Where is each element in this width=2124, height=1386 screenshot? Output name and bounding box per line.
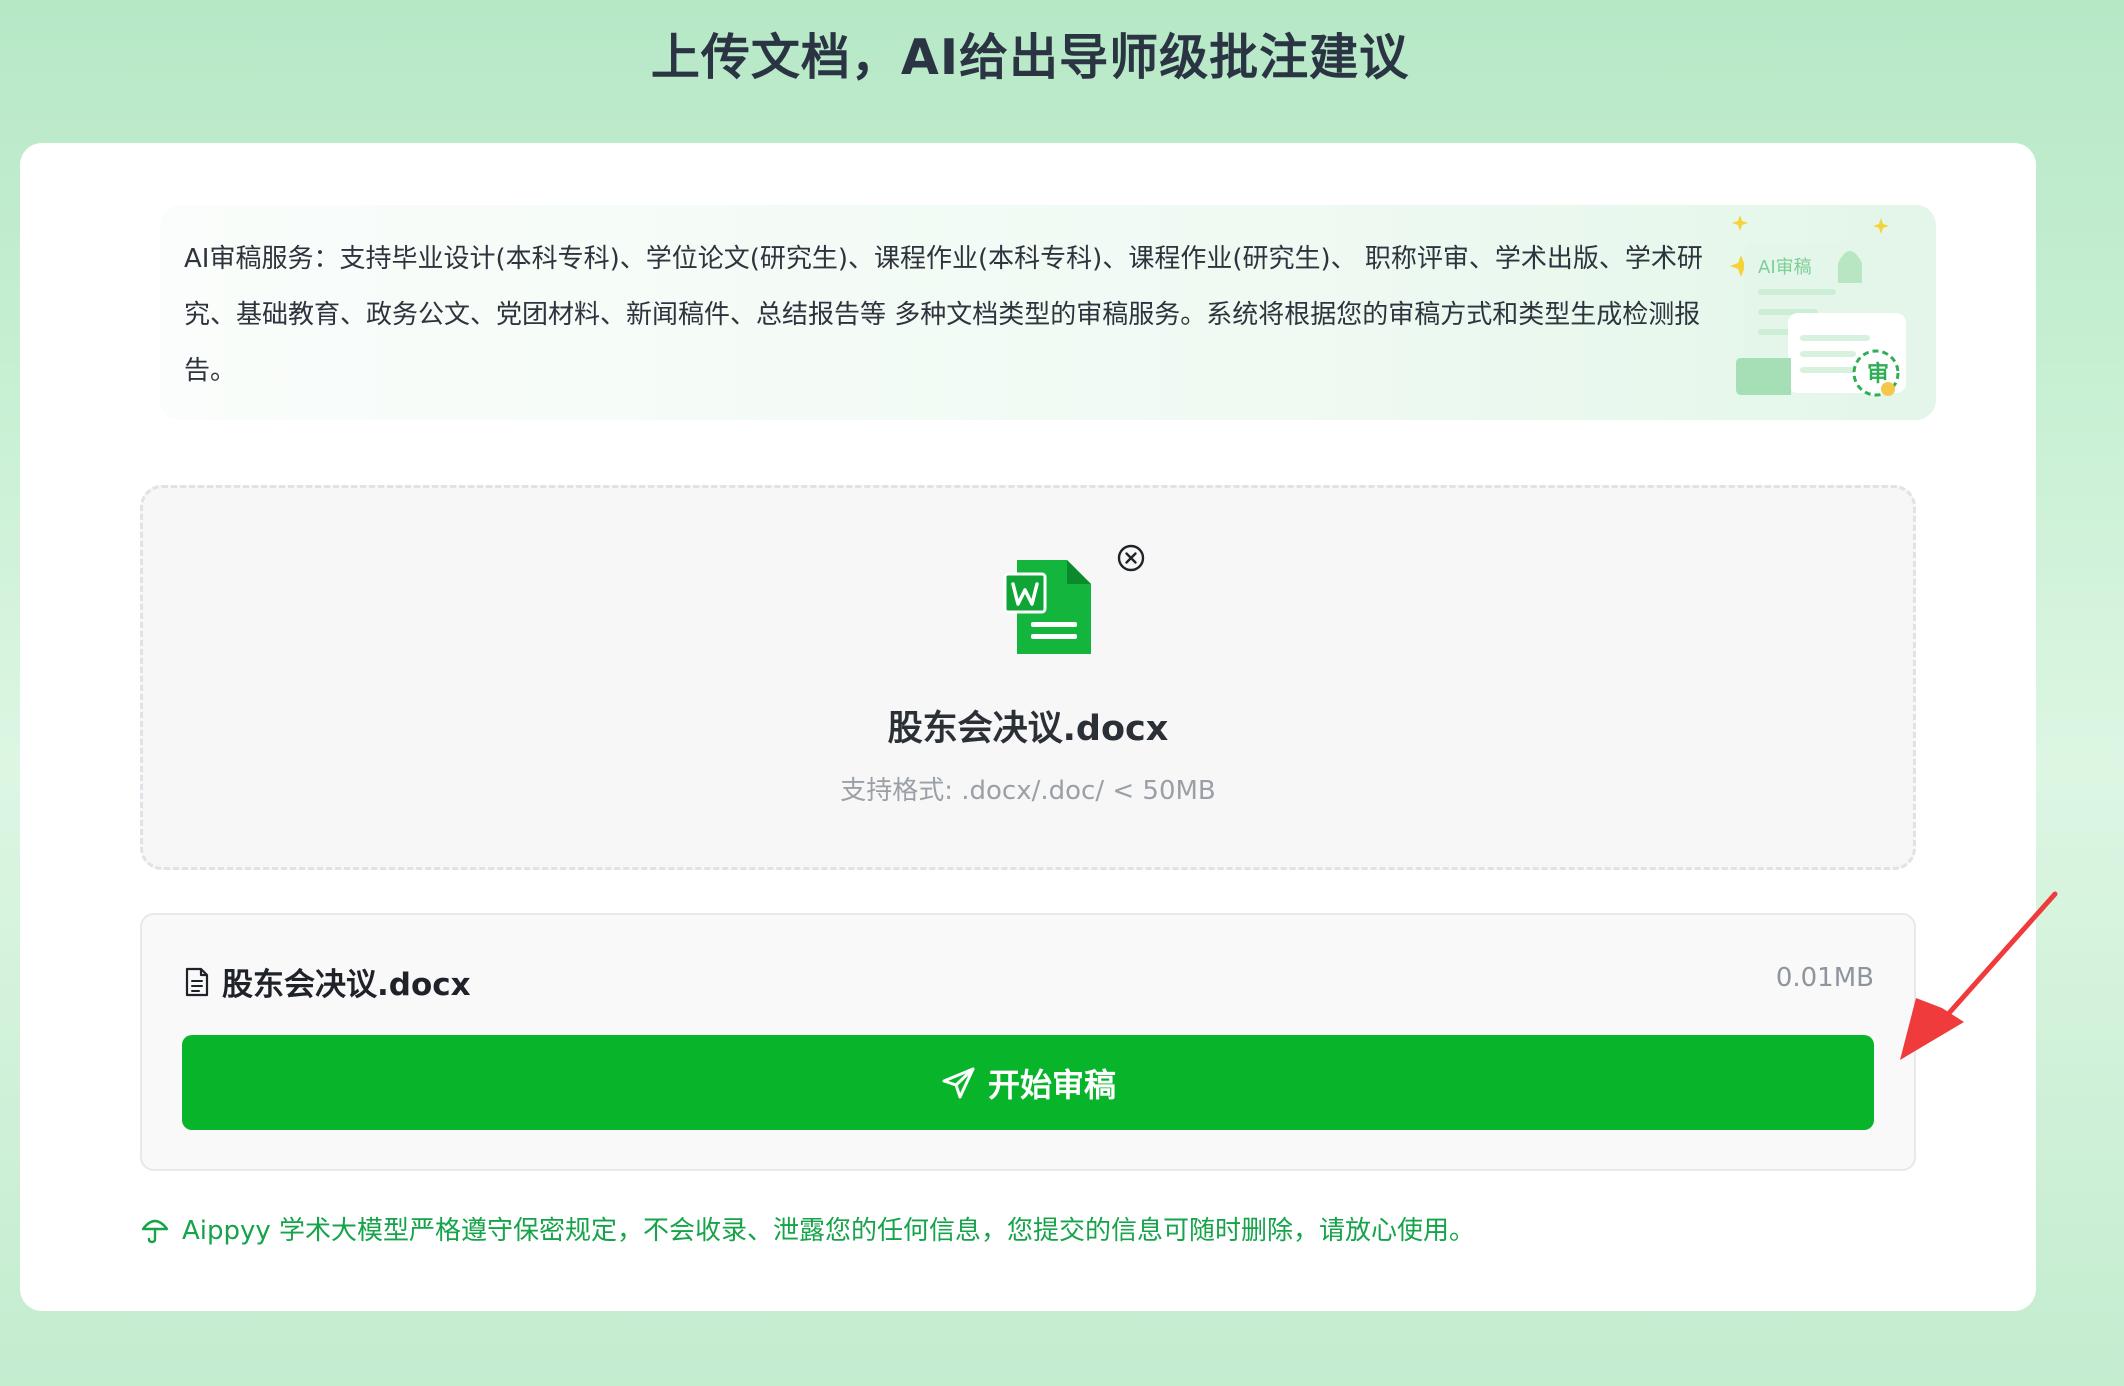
word-file-icon	[1003, 560, 1091, 654]
privacy-note-text: Aippyy 学术大模型严格遵守保密规定，不会收录、泄露您的任何信息，您提交的信…	[182, 1216, 1476, 1246]
file-list-panel: 股东会决议.docx 0.01MB 开始审稿	[140, 913, 1916, 1171]
close-circle-icon[interactable]	[1115, 542, 1147, 574]
privacy-note: Aippyy 学术大模型严格遵守保密规定，不会收录、泄露您的任何信息，您提交的信…	[140, 1210, 1475, 1247]
supported-format-hint: 支持格式: .docx/.doc/ < 50MB	[840, 776, 1216, 806]
start-review-button[interactable]: 开始审稿	[182, 1035, 1874, 1130]
page-title: 上传文档，AI给出导师级批注建议	[650, 29, 1410, 86]
uploaded-file-name: 股东会决议.docx	[887, 709, 1169, 749]
intro-text: AI审稿服务：支持毕业设计(本科专科)、学位论文(研究生)、课程作业(本科专科)…	[184, 244, 1703, 386]
upload-drop-zone[interactable]: 股东会决议.docx 支持格式: .docx/.doc/ < 50MB	[140, 485, 1916, 870]
intro-banner: AI审稿服务：支持毕业设计(本科专科)、学位论文(研究生)、课程作业(本科专科)…	[160, 205, 1936, 420]
illustration-label: AI审稿	[1758, 257, 1812, 278]
start-review-label: 开始审稿	[987, 1065, 1116, 1104]
illustration-stamp: 审	[1867, 361, 1889, 387]
file-list-item-size: 0.01MB	[1775, 963, 1874, 993]
umbrella-icon	[141, 1219, 169, 1243]
file-list-item-name: 股东会决议.docx	[222, 967, 471, 1003]
ai-review-illustration: AI审稿 审	[1730, 215, 1906, 397]
document-icon	[185, 967, 209, 997]
main-card: AI审稿服务：支持毕业设计(本科专科)、学位论文(研究生)、课程作业(本科专科)…	[20, 143, 2036, 1311]
send-icon	[942, 1067, 975, 1098]
